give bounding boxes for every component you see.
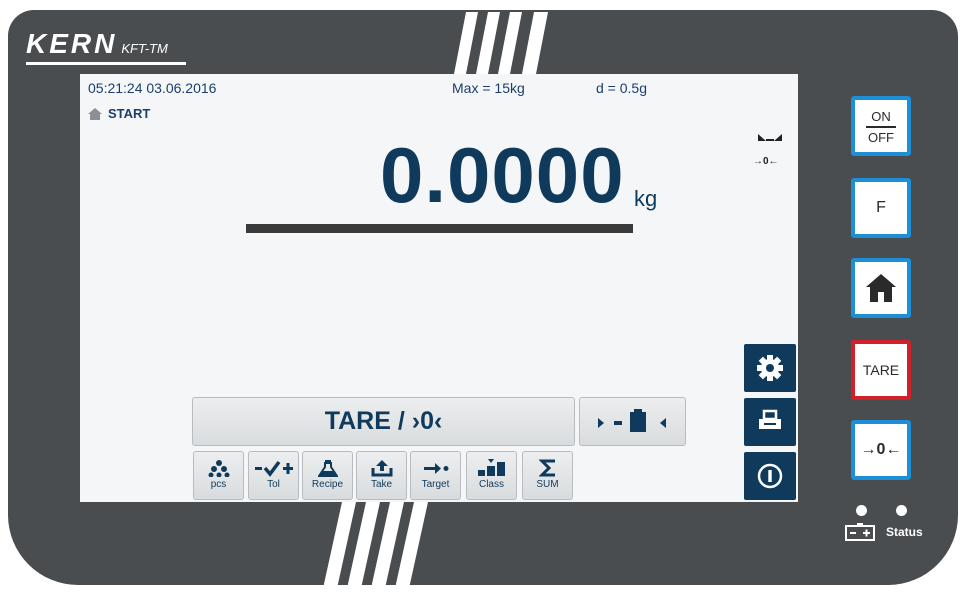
target-label: Target [421,479,450,490]
target-button[interactable]: Target [410,451,461,500]
readability: d = 0.5g [596,80,647,96]
function-key[interactable]: F [851,178,911,238]
sum-label: SUM [536,479,559,490]
max-capacity: Max = 15kg [452,80,525,96]
battery-icon [845,523,875,541]
sum-button[interactable]: SUM [522,451,573,500]
tare-key[interactable]: TARE [851,340,911,400]
logo-underline [26,62,186,65]
zero-indicator: →0← [753,156,779,167]
gear-icon [757,355,783,381]
tol-button[interactable]: Tol [248,451,299,500]
print-icon [759,409,781,429]
stability-icon [758,134,782,141]
home-icon [866,274,896,302]
tolerance-icon [254,460,293,477]
take-button[interactable]: Take [356,451,407,500]
recipe-label: Recipe [311,479,344,490]
home-icon [88,108,102,120]
pcs-button[interactable]: pcs [193,451,244,500]
recipe-button[interactable]: Recipe [302,451,353,500]
model-name: KFT-TM [121,41,168,56]
take-icon [371,460,392,477]
datetime: 05:21:24 03.06.2016 [88,80,217,96]
take-label: Take [370,479,393,490]
sum-icon [538,459,555,477]
tare-label: TARE [862,362,900,378]
pieces-icon [208,460,229,477]
off-label: OFF [868,129,894,145]
mode-text: START [108,106,151,121]
home-key[interactable] [851,258,911,318]
print-button[interactable] [744,398,796,446]
tare-zero-button[interactable]: TARE / ›0‹ [192,397,575,446]
capacity-bar [246,224,633,233]
weight-unit: kg [634,186,658,211]
status-led [896,505,907,516]
tol-label: Tol [267,479,280,490]
class-label: Class [478,479,504,490]
kern-logo: KERN KFT-TM [26,28,168,60]
info-icon [757,463,783,489]
weight-value: 0.0000 [380,131,625,219]
zero-key[interactable]: →0← [851,420,911,480]
brand-logo: KERN [26,28,118,59]
f-label: F [876,199,886,216]
status-label: Status [886,525,923,539]
battery-led [856,505,867,516]
on-off-key[interactable]: ON OFF [851,96,911,156]
info-button[interactable] [744,452,796,500]
target-icon [423,463,448,474]
mode-label: START [88,106,150,121]
settings-button[interactable] [744,344,796,392]
class-button[interactable]: Class [466,451,517,500]
class-icon [477,459,505,476]
adjust-button[interactable] [579,397,686,446]
zero-label: →0← [860,441,902,458]
pcs-label: pcs [210,479,227,490]
on-label: ON [871,109,891,124]
calibration-weight-icon [598,409,666,432]
key-divider [866,126,896,128]
display-screen: 05:21:24 03.06.2016 Max = 15kg d = 0.5g … [80,74,798,502]
flask-icon [317,460,338,477]
